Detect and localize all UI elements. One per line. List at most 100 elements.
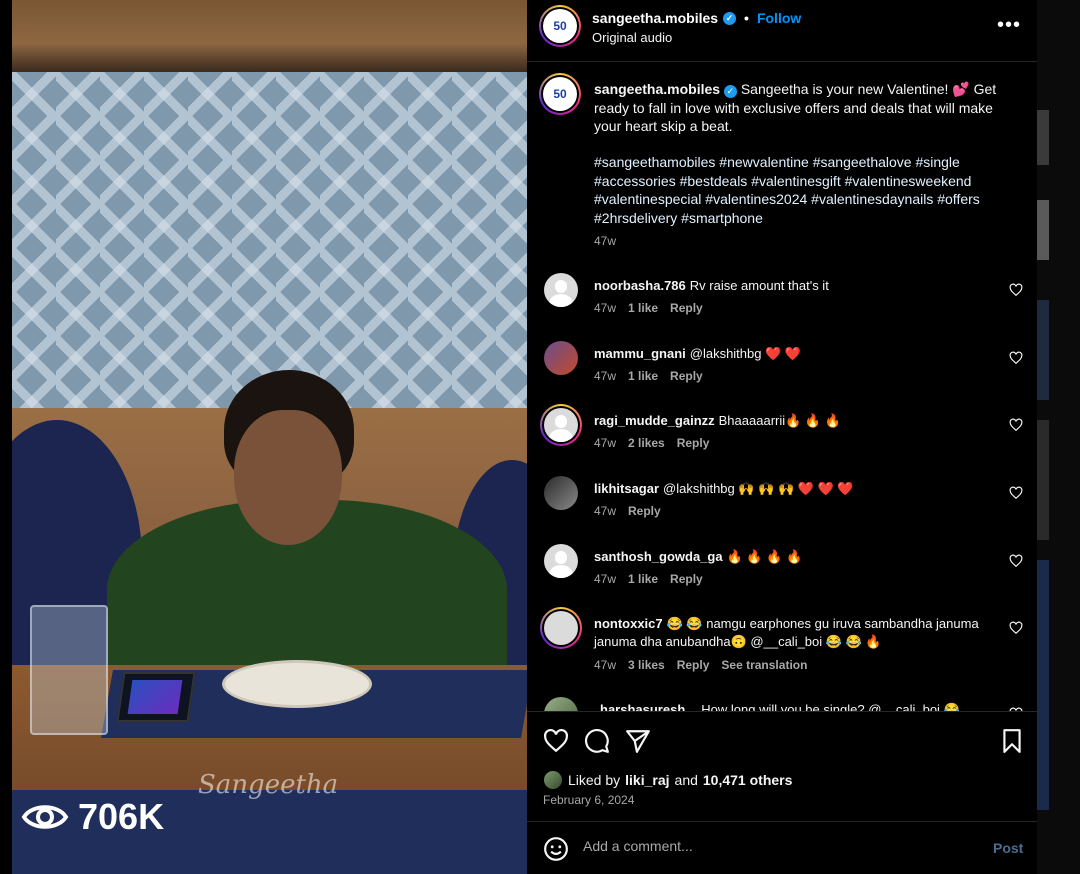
plate xyxy=(222,660,372,708)
comment-text: How long will you be single? @__cali_boi… xyxy=(701,702,960,711)
commenter-avatar[interactable] xyxy=(540,607,582,649)
emoji-icon[interactable] xyxy=(543,836,569,862)
commenter-username[interactable]: santhosh_gowda_ga xyxy=(594,549,723,564)
comment-likes[interactable]: 1 like xyxy=(628,572,658,586)
follow-button[interactable]: Follow xyxy=(757,10,801,26)
commenter-avatar[interactable] xyxy=(540,404,582,446)
chevron-wall xyxy=(12,72,527,412)
liked-by-others[interactable]: 10,471 others xyxy=(703,772,793,788)
reply-button[interactable]: Reply xyxy=(670,369,703,383)
edge-thumb xyxy=(1037,300,1049,400)
comment-icon[interactable] xyxy=(584,728,610,754)
edge-thumb xyxy=(1037,200,1049,260)
comment-item: mammu_gnani @lakshithbg ❤️ ❤️ 47w 1 like Re… xyxy=(527,341,1037,401)
liked-by-user[interactable]: liki_raj xyxy=(625,772,669,788)
comment-time[interactable]: 47w xyxy=(594,436,616,450)
bookmark-icon[interactable] xyxy=(999,728,1025,754)
comment-item: ragi_mudde_gainzz Bhaaaaarrii🔥 🔥 🔥 47w 2 l… xyxy=(527,404,1037,468)
comment-item: santhosh_gowda_ga 🔥 🔥 🔥 🔥 47w 1 like Reply xyxy=(527,544,1037,604)
wood-panel-top xyxy=(12,0,527,72)
comment-likes[interactable]: 2 likes xyxy=(628,436,665,450)
glass xyxy=(30,605,108,735)
view-count: 706K xyxy=(78,796,165,837)
edge-thumb xyxy=(1037,560,1049,810)
caption-author-avatar[interactable]: 50 xyxy=(539,73,581,115)
more-options-icon[interactable]: ••• xyxy=(997,14,1021,37)
comment-time[interactable]: 47w xyxy=(594,301,616,315)
comment-input[interactable] xyxy=(583,838,963,854)
comment-likes[interactable]: 1 like xyxy=(628,369,658,383)
comments-scroll[interactable]: 50 sangeetha.mobiles ✓ Sangeetha is your… xyxy=(527,63,1037,711)
caption-time[interactable]: 47w xyxy=(594,234,616,248)
comment-time[interactable]: 47w xyxy=(594,369,616,383)
heart-icon[interactable] xyxy=(543,728,569,754)
comment-text: Bhaaaaarrii🔥 🔥 🔥 xyxy=(718,413,841,428)
comment-time[interactable]: 47w xyxy=(594,504,616,518)
comment-text: @lakshithbg 🙌 🙌 🙌 ❤️ ❤️ ❤️ xyxy=(663,481,854,496)
post-panel: 50 sangeetha.mobiles ✓ • Follow Original… xyxy=(527,0,1037,874)
edge-thumb xyxy=(1037,110,1049,165)
comment-likes[interactable]: 3 likes xyxy=(628,658,665,672)
share-icon[interactable] xyxy=(625,728,651,754)
liked-by-and: and xyxy=(674,772,698,788)
heart-icon[interactable] xyxy=(1009,351,1023,365)
sangeetha-logo-icon: 50 xyxy=(543,9,577,43)
comment-item: nontoxxic7 😂 😂 namgu earphones gu iruva s… xyxy=(527,607,1037,691)
author-username[interactable]: sangeetha.mobiles xyxy=(592,10,718,26)
heart-icon[interactable] xyxy=(1009,554,1023,568)
commenter-avatar[interactable] xyxy=(544,697,578,711)
reply-button[interactable]: Reply xyxy=(677,436,710,450)
commenter-avatar[interactable] xyxy=(544,341,578,375)
liker-avatar[interactable] xyxy=(543,770,563,790)
verified-icon: ✓ xyxy=(723,85,737,98)
post-actions: Liked by liki_raj and 10,471 others Febr… xyxy=(527,711,1037,821)
commenter-avatar[interactable] xyxy=(544,544,578,578)
comment-text: Rv raise amount that's it xyxy=(689,278,829,293)
background-page-edge xyxy=(1037,0,1080,874)
watermark: Sangeetha xyxy=(198,770,339,800)
author-avatar[interactable]: 50 xyxy=(539,5,581,47)
liked-by-prefix: Liked by xyxy=(568,772,621,788)
see-translation-button[interactable]: See translation xyxy=(721,658,807,672)
commenter-username[interactable]: nontoxxic7 xyxy=(594,616,663,631)
reply-button[interactable]: Reply xyxy=(670,572,703,586)
heart-icon[interactable] xyxy=(1009,486,1023,500)
comment-item: noorbasha.786 Rv raise amount that's it 4… xyxy=(527,273,1037,333)
add-comment-bar: Post xyxy=(527,821,1037,874)
post-comment-button[interactable]: Post xyxy=(993,840,1023,856)
commenter-username[interactable]: mammu_gnani xyxy=(594,346,686,361)
comment-text: @lakshithbg ❤️ ❤️ xyxy=(689,346,802,361)
commenter-avatar[interactable] xyxy=(544,273,578,307)
heart-icon[interactable] xyxy=(1009,418,1023,432)
comment-likes[interactable]: 1 like xyxy=(628,301,658,315)
comment-item: harshasuresh How long will you be single?… xyxy=(527,697,1037,711)
likes-summary: Liked by liki_raj and 10,471 others xyxy=(543,770,792,790)
verified-icon: ✓ xyxy=(723,11,737,25)
reply-button[interactable]: Reply xyxy=(670,301,703,315)
commenter-avatar[interactable] xyxy=(544,476,578,510)
comment-time[interactable]: 47w xyxy=(594,658,616,672)
eye-icon xyxy=(21,805,69,829)
separator-dot: • xyxy=(744,10,749,26)
reel-video[interactable]: Sangeetha 706K xyxy=(12,0,527,874)
reply-button[interactable]: Reply xyxy=(628,504,661,518)
commenter-username[interactable]: ragi_mudde_gainzz xyxy=(594,413,715,428)
heart-icon[interactable] xyxy=(1009,283,1023,297)
person-face xyxy=(234,410,342,545)
post-date[interactable]: February 6, 2024 xyxy=(543,793,634,807)
caption: sangeetha.mobiles ✓ Sangeetha is your ne… xyxy=(594,80,1014,136)
phone xyxy=(116,672,196,722)
caption-username[interactable]: sangeetha.mobiles xyxy=(594,81,720,97)
commenter-username[interactable]: harshasuresh xyxy=(600,702,685,711)
edge-thumb xyxy=(1037,420,1049,540)
commenter-username[interactable]: noorbasha.786 xyxy=(594,278,686,293)
commenter-username[interactable]: likhitsagar xyxy=(594,481,659,496)
view-count-overlay: 706K xyxy=(20,792,164,842)
heart-icon[interactable] xyxy=(1009,621,1023,635)
audio-link[interactable]: Original audio xyxy=(592,30,672,45)
sangeetha-logo-icon: 50 xyxy=(543,77,577,111)
comment-text: 🔥 🔥 🔥 🔥 xyxy=(726,549,803,564)
caption-hashtags[interactable]: #sangeethamobiles #newvalentine #sangeet… xyxy=(594,153,1004,227)
comment-time[interactable]: 47w xyxy=(594,572,616,586)
reply-button[interactable]: Reply xyxy=(677,658,710,672)
